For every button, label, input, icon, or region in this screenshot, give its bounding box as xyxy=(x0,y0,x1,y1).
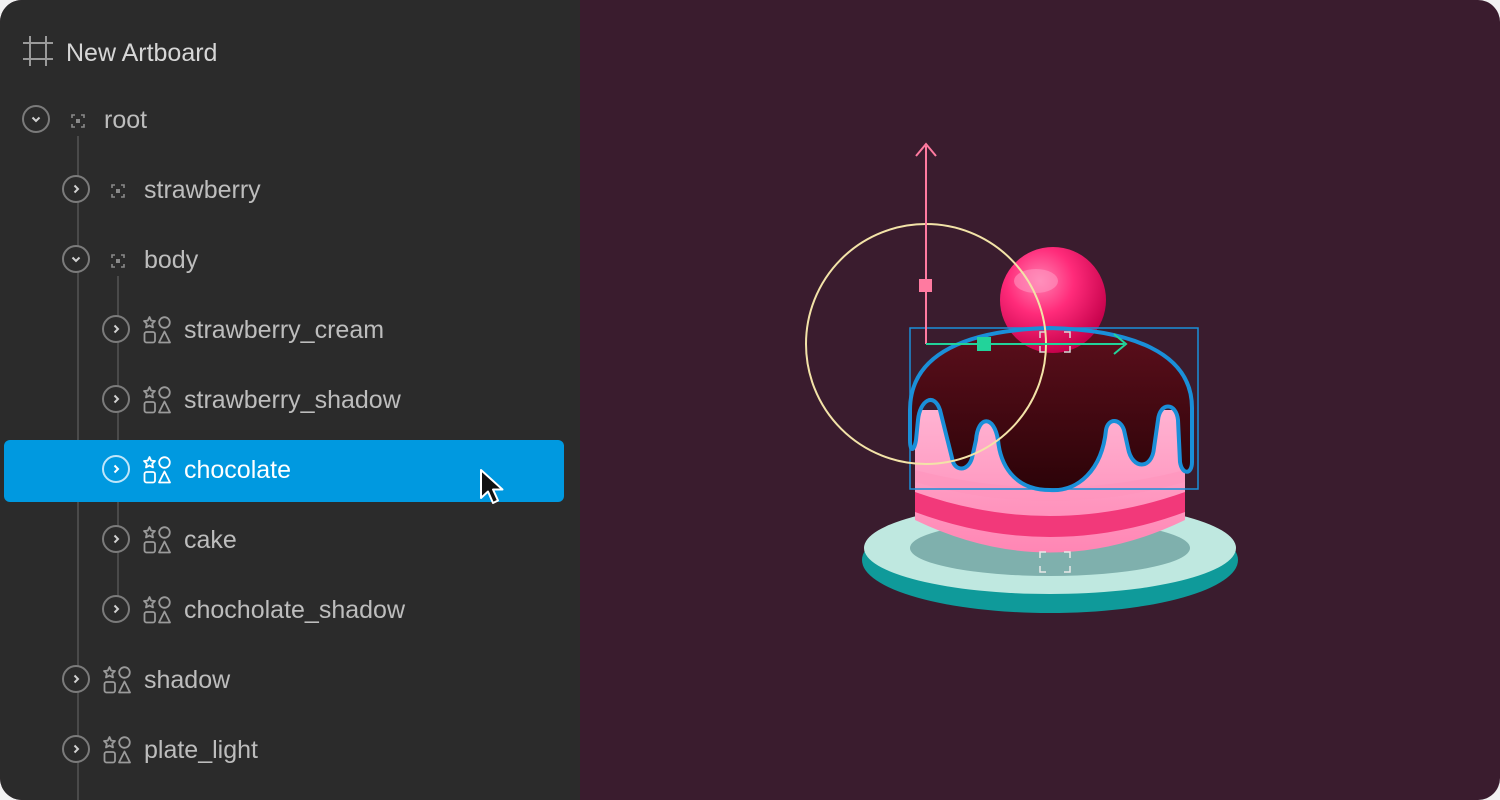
layer-label: root xyxy=(104,106,148,134)
layers-panel: New Artboard root strawberry body strawberr… xyxy=(0,0,580,800)
cake-illustration[interactable] xyxy=(862,247,1238,613)
layer-label: chocholate_shadow xyxy=(184,596,405,624)
layer-row-shadow[interactable]: shadow xyxy=(4,650,564,712)
shapes-icon xyxy=(142,595,172,630)
layer-row-body[interactable]: body xyxy=(4,230,564,292)
chevron-down-icon[interactable] xyxy=(22,105,50,133)
shapes-icon xyxy=(102,735,132,770)
app-window: New Artboard root strawberry body strawberr… xyxy=(0,0,1500,800)
strawberry-highlight xyxy=(1014,269,1058,293)
artboard-title: New Artboard xyxy=(66,38,218,67)
canvas-svg xyxy=(805,142,1238,613)
shapes-icon xyxy=(142,315,172,350)
layer-label: chocolate xyxy=(184,456,292,484)
mouse-cursor-icon xyxy=(480,469,504,504)
layer-row-plate-light[interactable]: plate_light xyxy=(4,720,564,782)
layer-row-strawberry-cream[interactable]: strawberry_cream xyxy=(4,300,564,362)
layer-label: cake xyxy=(184,526,237,554)
group-icon xyxy=(110,183,126,204)
chevron-right-icon[interactable] xyxy=(102,385,130,413)
chevron-right-icon[interactable] xyxy=(62,175,90,203)
layer-row-strawberry-shadow[interactable]: strawberry_shadow xyxy=(4,370,564,432)
shapes-icon xyxy=(142,455,172,490)
chevron-right-icon[interactable] xyxy=(102,525,130,553)
chevron-right-icon[interactable] xyxy=(62,665,90,693)
strawberry-shape xyxy=(1000,247,1106,353)
y-scale-handle[interactable] xyxy=(919,279,932,292)
layer-label: shadow xyxy=(144,666,231,694)
layer-row-cake[interactable]: cake xyxy=(4,510,564,572)
layer-label: strawberry_cream xyxy=(184,316,385,344)
group-icon xyxy=(110,253,126,274)
layer-label: plate_light xyxy=(144,736,258,764)
layer-label: body xyxy=(144,246,199,274)
layer-label: strawberry_shadow xyxy=(184,386,401,414)
x-scale-handle[interactable] xyxy=(977,337,991,351)
shapes-icon xyxy=(142,525,172,560)
chevron-down-icon[interactable] xyxy=(62,245,90,273)
layer-label: strawberry xyxy=(144,176,261,204)
layer-row-strawberry[interactable]: strawberry xyxy=(4,160,564,222)
chevron-right-icon[interactable] xyxy=(102,595,130,623)
group-icon xyxy=(70,113,86,134)
chevron-right-icon[interactable] xyxy=(102,455,130,483)
artboard-header[interactable]: New Artboard xyxy=(22,34,217,72)
layer-row-root[interactable]: root xyxy=(4,90,564,152)
shapes-icon xyxy=(142,385,172,420)
layer-row-chocholate-shadow[interactable]: chocholate_shadow xyxy=(4,580,564,642)
shapes-icon xyxy=(102,665,132,700)
artboard-icon xyxy=(22,35,54,72)
chevron-right-icon[interactable] xyxy=(102,315,130,343)
chevron-right-icon[interactable] xyxy=(62,735,90,763)
canvas-area[interactable] xyxy=(580,0,1500,800)
